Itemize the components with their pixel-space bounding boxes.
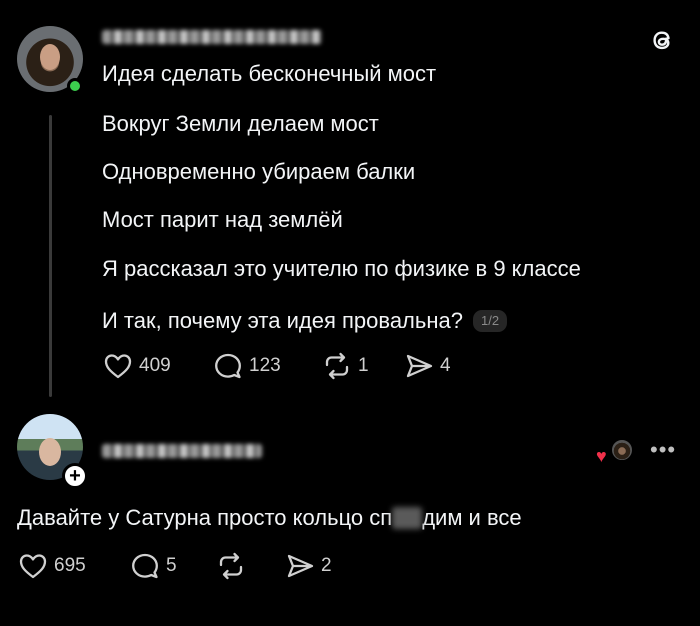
reply-repost-button[interactable]	[216, 552, 246, 580]
heart-icon	[104, 354, 132, 379]
reply-share-button[interactable]: 2	[285, 552, 332, 580]
author-liked-badge: ♥	[596, 438, 636, 466]
reply-like-count: 695	[54, 555, 86, 576]
repost-icon	[325, 352, 349, 380]
reply-comment-button[interactable]: 5	[130, 552, 177, 580]
reply-count: 123	[249, 355, 281, 376]
send-icon	[287, 554, 314, 578]
reply-text-start: Давайте у Сатурна просто кольцо сп	[17, 505, 393, 530]
post-question-text: И так, почему эта идея провальна?	[102, 308, 463, 333]
avatar-face	[39, 438, 61, 466]
post-text-line-2: Вокруг Земли делаем мост	[102, 111, 379, 136]
page-indicator: 1/2	[472, 310, 508, 332]
repost-button[interactable]: 1	[322, 352, 369, 380]
share-count: 4	[440, 355, 451, 376]
follow-plus-icon[interactable]: +	[62, 463, 88, 489]
reply-share-count: 2	[321, 555, 332, 576]
reply-comment-count: 5	[166, 555, 177, 576]
online-status-dot	[67, 78, 83, 94]
repost-count: 1	[358, 355, 369, 376]
reply-like-button[interactable]: 695	[18, 552, 86, 580]
reply-text-end: дим и все	[422, 505, 522, 530]
like-button[interactable]: 409	[103, 352, 171, 380]
post-text-line-5: Я рассказал это учителю по физике в 9 кл…	[102, 256, 581, 281]
post-text-line-3: Одновременно убираем балки	[102, 159, 416, 184]
replier-name-blurred[interactable]	[102, 444, 262, 458]
repost-icon	[219, 552, 243, 580]
threads-logo-icon[interactable]	[648, 26, 676, 54]
heart-icon	[19, 554, 47, 579]
post-text-line-4: Мост парит над землёй	[102, 207, 343, 232]
censored-fragment	[392, 507, 423, 529]
share-button[interactable]: 4	[404, 352, 451, 380]
send-icon	[406, 354, 433, 378]
thread-connector-line	[49, 115, 52, 397]
reply-text: Давайте у Сатурна просто кольцо сп дим и …	[17, 505, 522, 531]
heart-filled-icon: ♥	[596, 446, 607, 466]
mini-avatar	[610, 438, 634, 462]
like-count: 409	[139, 355, 171, 376]
post-text-line-6: И так, почему эта идея провальна? 1/2	[102, 308, 508, 334]
reply-button[interactable]: 123	[213, 352, 281, 380]
more-dots-icon[interactable]: •••	[650, 439, 676, 461]
author-name-blurred[interactable]	[102, 30, 322, 44]
comment-icon	[215, 353, 241, 379]
comment-icon	[132, 553, 158, 579]
avatar-face	[40, 44, 60, 70]
post-text-line-1: Идея сделать бесконечный мост	[102, 61, 437, 86]
